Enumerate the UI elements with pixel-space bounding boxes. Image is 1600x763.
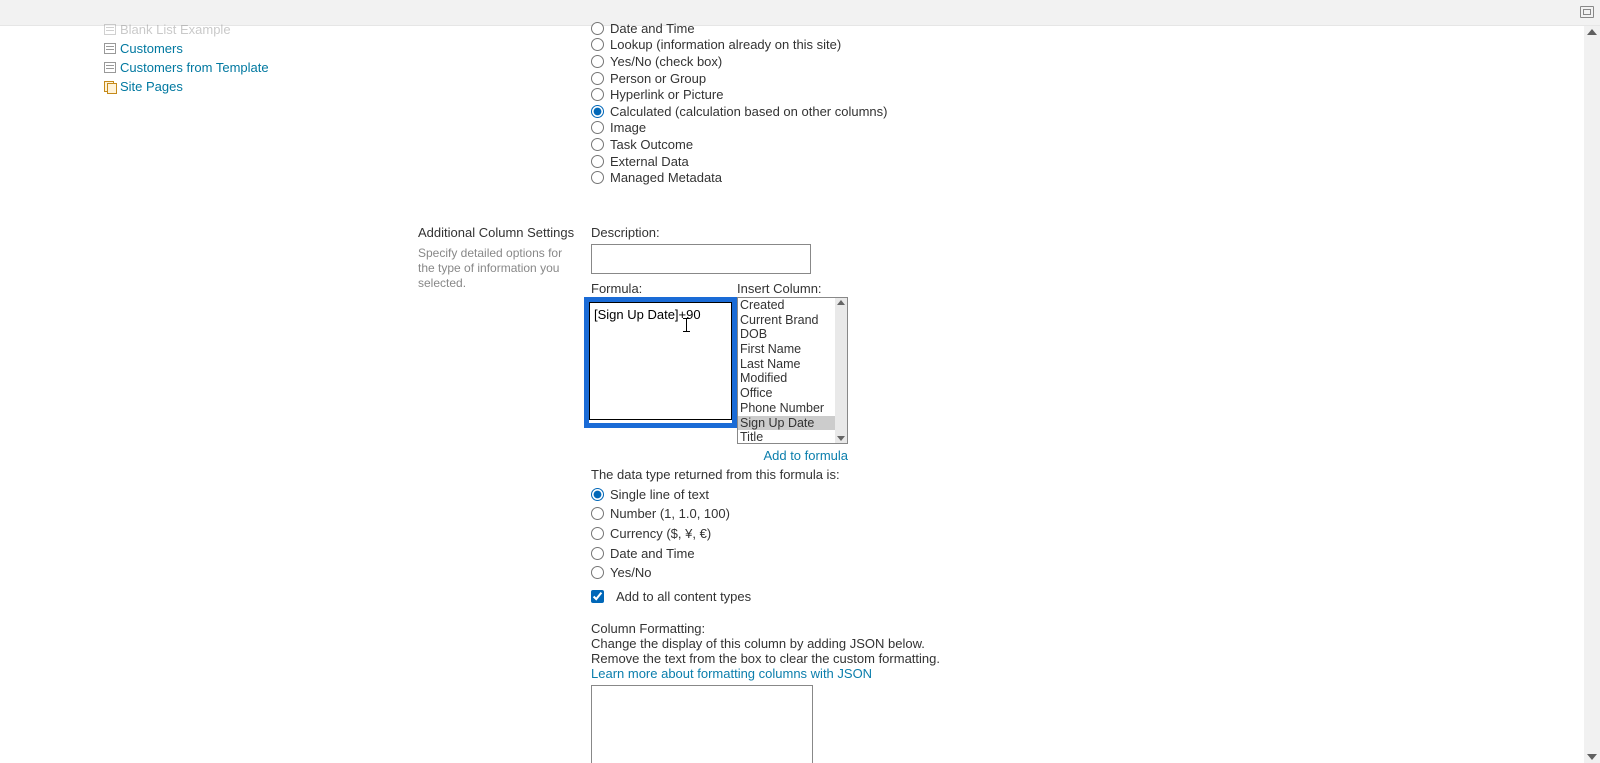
type-option[interactable]: Date and Time (591, 20, 1151, 37)
insert-option[interactable]: Created (738, 298, 847, 313)
insert-column-listbox[interactable]: Created Current Brand DOB First Name Las… (737, 297, 848, 444)
type-option[interactable]: Task Outcome (591, 136, 1151, 153)
formula-label: Formula: (591, 281, 642, 296)
list-icon (104, 24, 116, 35)
pages-icon (104, 81, 116, 93)
nav-label: Blank List Example (120, 22, 231, 37)
insert-option[interactable]: First Name (738, 342, 847, 357)
nav-item-customers-template[interactable]: Customers from Template (104, 58, 364, 77)
formatting-learn-more-link[interactable]: Learn more about formatting columns with… (591, 666, 1151, 681)
column-formatting-block: Column Formatting: Change the display of… (591, 621, 1151, 763)
nav-item-site-pages[interactable]: Site Pages (104, 77, 364, 96)
return-option[interactable]: Currency ($, ¥, €) (591, 525, 1151, 542)
section-header: Additional Column Settings Specify detai… (418, 225, 578, 291)
nav-item-blank-list[interactable]: Blank List Example (104, 20, 364, 39)
return-type-block: The data type returned from this formula… (591, 467, 1151, 581)
nav-label: Customers (120, 41, 183, 56)
insert-option[interactable]: DOB (738, 327, 847, 342)
insert-option[interactable]: Title (738, 430, 847, 444)
type-option[interactable]: Yes/No (check box) (591, 53, 1151, 70)
section-help: Specify detailed options for the type of… (418, 246, 578, 291)
type-option[interactable]: Image (591, 120, 1151, 137)
add-to-formula-link[interactable]: Add to formula (737, 448, 848, 463)
list-icon (104, 43, 116, 54)
list-icon (104, 62, 116, 73)
insert-option[interactable]: Phone Number (738, 401, 847, 416)
formula-input[interactable] (589, 302, 732, 420)
nav-label: Customers from Template (120, 60, 269, 75)
insert-option[interactable]: Office (738, 386, 847, 401)
formatting-help-1: Change the display of this column by add… (591, 636, 1151, 651)
return-option[interactable]: Date and Time (591, 545, 1151, 562)
type-option[interactable]: Managed Metadata (591, 169, 1151, 186)
return-option[interactable]: Single line of text (591, 486, 1151, 503)
formula-highlight-box (584, 297, 737, 428)
type-option[interactable]: External Data (591, 153, 1151, 170)
listbox-scrollbar[interactable] (835, 298, 847, 443)
focus-mode-icon[interactable] (1580, 6, 1594, 18)
add-content-types-checkbox[interactable]: Add to all content types (591, 588, 1151, 605)
insert-option[interactable]: Current Brand (738, 313, 847, 328)
section-title: Additional Column Settings (418, 225, 578, 240)
type-option[interactable]: Hyperlink or Picture (591, 86, 1151, 103)
column-type-group: Date and Time Lookup (information alread… (591, 20, 1151, 186)
insert-option[interactable]: Last Name (738, 357, 847, 372)
nav-item-customers[interactable]: Customers (104, 39, 364, 58)
insert-option[interactable]: Modified (738, 371, 847, 386)
quick-launch-nav: Blank List Example Customers Customers f… (104, 20, 364, 96)
insert-column-label: Insert Column: (737, 281, 822, 296)
return-option[interactable]: Yes/No (591, 564, 1151, 581)
formatting-title: Column Formatting: (591, 621, 1151, 636)
description-label: Description: (591, 225, 1151, 240)
formatting-help-2: Remove the text from the box to clear th… (591, 651, 1151, 666)
type-option[interactable]: Lookup (information already on this site… (591, 37, 1151, 54)
content-types-block: Add to all content types (591, 588, 1151, 605)
type-option[interactable]: Calculated (calculation based on other c… (591, 103, 1151, 120)
return-type-label: The data type returned from this formula… (591, 467, 1151, 482)
return-option[interactable]: Number (1, 1.0, 100) (591, 506, 1151, 523)
formatting-json-input[interactable] (591, 685, 813, 763)
nav-label: Site Pages (120, 79, 183, 94)
page-scrollbar[interactable] (1584, 26, 1600, 763)
type-option[interactable]: Person or Group (591, 70, 1151, 87)
description-block: Description: (591, 225, 1151, 277)
description-input[interactable] (591, 244, 811, 274)
insert-option[interactable]: Sign Up Date (738, 416, 847, 431)
